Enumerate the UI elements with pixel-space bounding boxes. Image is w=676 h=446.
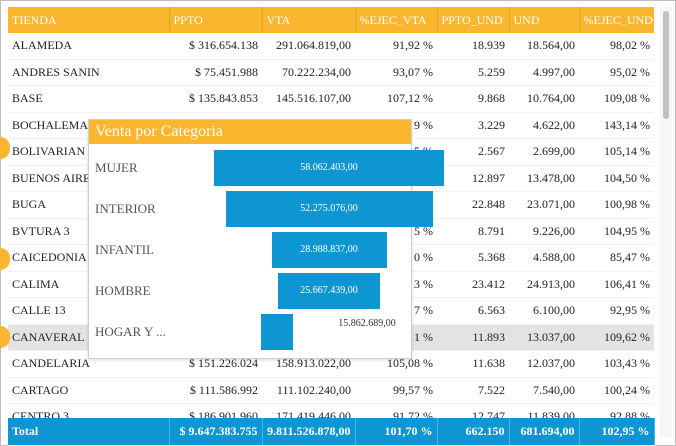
funnel-value-label: 15.862.689,00 (338, 318, 396, 329)
value-cell: 70.222.234,00 (262, 59, 355, 86)
tooltip-title: Venta por Categoria (89, 120, 411, 144)
funnel-value-label: 28.988.837,00 (300, 244, 358, 255)
value-cell: 143,14 % (579, 112, 654, 139)
column-header[interactable]: %EJEC_VTA (355, 7, 438, 33)
value-cell: 4.997,00 (509, 59, 579, 86)
value-cell: 4.622,00 (509, 112, 579, 139)
total-row: Total $ 9.647.383.755 9.811.526.878,00 101,… (8, 418, 655, 446)
total-value: 101,70 % (355, 418, 438, 446)
value-cell: 85,47 % (579, 244, 654, 272)
value-cell: 93,07 % (355, 59, 437, 86)
value-cell: 24.913,00 (509, 271, 579, 298)
value-cell: 2.567 (437, 138, 509, 166)
value-cell: 99,57 % (355, 377, 437, 404)
value-cell: 104,95 % (579, 218, 654, 245)
total-value: 9.811.526.878,00 (262, 418, 356, 446)
value-cell: 9.868 (437, 85, 509, 113)
funnel-category-label: HOMBRE (95, 283, 151, 298)
value-cell: 111.102.240,00 (262, 377, 355, 404)
value-cell: $ 135.843.853 (169, 85, 262, 113)
funnel-category-label: HOGAR Y ... (95, 324, 166, 339)
store-name-cell: ANDRES SANIN (8, 59, 169, 86)
column-header[interactable]: PPTO (169, 7, 263, 33)
value-cell: 3.229 (437, 112, 509, 139)
table-header-row: TIENDA PPTO VTA %EJEC_VTA PPTO_UND UND %EJEC_U… (8, 7, 654, 33)
value-cell: 7.522 (437, 377, 509, 404)
store-name-cell: BASE (8, 85, 169, 113)
funnel-value-label: 58.062.403,00 (300, 162, 358, 173)
value-cell: 291.064.819,00 (262, 33, 355, 60)
vertical-scrollbar[interactable] (660, 7, 672, 437)
value-cell: 10.764,00 (509, 85, 579, 113)
value-cell: 95,02 % (579, 59, 654, 86)
total-label: Total (8, 418, 170, 446)
value-cell: 92,95 % (579, 297, 654, 325)
value-cell: 5.368 (437, 244, 509, 272)
value-cell: 5.259 (437, 59, 509, 86)
value-cell: 11.638 (437, 350, 509, 378)
value-cell: 98,02 % (579, 33, 654, 60)
store-name-cell: CARTAGO (8, 377, 169, 404)
column-header[interactable]: %EJEC_UND (579, 7, 654, 33)
value-cell: 13.037,00 (509, 324, 579, 351)
value-cell: 100,98 % (579, 191, 654, 219)
funnel-value-label: 52.275.076,00 (300, 203, 358, 214)
column-header[interactable]: UND (509, 7, 580, 33)
value-cell: 145.516.107,00 (262, 85, 355, 113)
value-cell: $ 75.451.988 (169, 59, 262, 86)
value-cell: 9.226,00 (509, 218, 579, 245)
value-cell: 22.848 (437, 191, 509, 219)
funnel-bar[interactable] (261, 314, 293, 350)
value-cell: 7.540,00 (509, 377, 579, 404)
column-header[interactable]: TIENDA (8, 7, 170, 33)
funnel-category-label: INTERIOR (95, 201, 156, 216)
value-cell: $ 111.586.992 (169, 377, 262, 404)
value-cell: 91,92 % (355, 33, 437, 60)
value-cell: 109,62 % (579, 324, 654, 351)
funnel-value-label: 25.667.439,00 (300, 285, 358, 296)
table-row[interactable]: BASE $ 135.843.853 145.516.107,00 107,12 % 9… (8, 85, 654, 113)
funnel-category-label: INFANTIL (95, 242, 154, 257)
column-header[interactable]: PPTO_UND (437, 7, 510, 33)
funnel-category-label: MUJER (95, 160, 138, 175)
category-tooltip: Venta por Categoria MUJER 58.062.403,00 IN… (88, 119, 444, 359)
total-value: $ 9.647.383.755 (169, 418, 263, 446)
value-cell: 105,14 % (579, 138, 654, 166)
scrollbar-thumb[interactable] (663, 11, 669, 119)
value-cell: 4.588,00 (509, 244, 579, 272)
value-cell: 104,50 % (579, 165, 654, 192)
value-cell: 23.412 (437, 271, 509, 298)
value-cell: 107,12 % (355, 85, 437, 113)
value-cell: 8.791 (437, 218, 509, 245)
table-row[interactable]: CARTAGO $ 111.586.992 111.102.240,00 99,57 … (8, 377, 654, 404)
value-cell: 12.897 (437, 165, 509, 192)
value-cell: 18.939 (437, 33, 509, 60)
value-cell: 6.563 (437, 297, 509, 325)
value-cell: 6.100,00 (509, 297, 579, 325)
value-cell: 2.699,00 (509, 138, 579, 166)
total-value: 662.150 (437, 418, 510, 446)
value-cell: 18.564,00 (509, 33, 579, 60)
value-cell: 11.893 (437, 324, 509, 351)
store-name-cell: ALAMEDA (8, 33, 169, 60)
value-cell: 103,43 % (579, 350, 654, 378)
table-row[interactable]: ALAMEDA $ 316.654.138 291.064.819,00 91,92 … (8, 33, 654, 60)
value-cell: 23.071,00 (509, 191, 579, 219)
value-cell: 100,24 % (579, 377, 654, 404)
column-header[interactable]: VTA (262, 7, 356, 33)
value-cell: 13.478,00 (509, 165, 579, 192)
value-cell: 109,08 % (579, 85, 654, 113)
value-cell: 12.037,00 (509, 350, 579, 378)
total-value: 102,95 % (579, 418, 655, 446)
total-value: 681.694,00 (509, 418, 580, 446)
value-cell: $ 316.654.138 (169, 33, 262, 60)
table-row[interactable]: ANDRES SANIN $ 75.451.988 70.222.234,00 93,… (8, 59, 654, 86)
value-cell: 106,41 % (579, 271, 654, 298)
